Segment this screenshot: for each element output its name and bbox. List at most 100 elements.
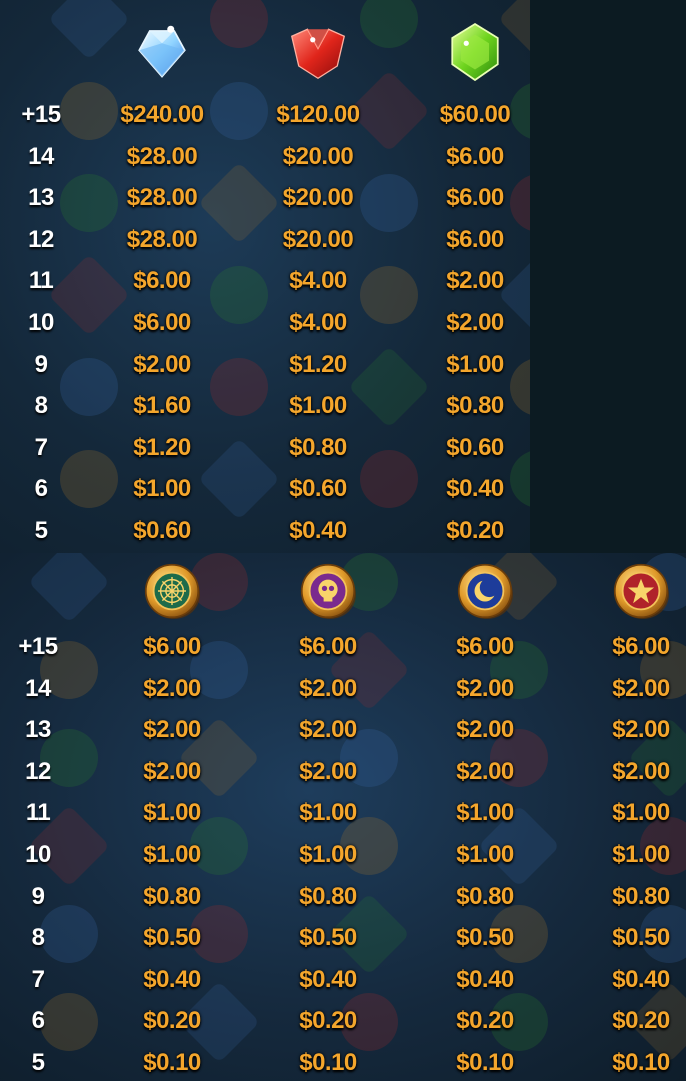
payout-value: $0.20 — [143, 1007, 201, 1035]
symbol-count-label: 12 — [25, 757, 51, 785]
payout-value: $0.20 — [446, 517, 504, 544]
payout-value: $6.00 — [299, 633, 357, 660]
payout-value: $60.00 — [439, 101, 511, 128]
payout-value: $1.00 — [456, 799, 514, 827]
payout-value: $0.50 — [612, 924, 670, 952]
star-coin-icon — [606, 556, 676, 631]
payout-value: $0.10 — [299, 1049, 357, 1076]
symbol-count-label: 5 — [34, 517, 48, 544]
payout-value: $0.20 — [299, 1007, 357, 1035]
payout-value: $28.00 — [126, 225, 198, 253]
payout-value: $20.00 — [282, 225, 354, 253]
payout-value: $0.10 — [143, 1049, 201, 1076]
payout-value: $0.20 — [612, 1007, 670, 1035]
payout-value: $240.00 — [120, 101, 204, 128]
payout-value: $0.40 — [289, 517, 347, 544]
payout-value: $1.00 — [456, 841, 514, 868]
web-coin-icon — [137, 556, 207, 631]
background-symbol — [27, 553, 111, 624]
symbol-count-label: 12 — [28, 225, 54, 253]
payout-value: $0.80 — [143, 882, 201, 910]
payout-value: $20.00 — [282, 142, 354, 170]
payout-value: $2.00 — [612, 757, 670, 785]
symbol-count-label: 14 — [28, 142, 54, 170]
background-symbol — [210, 0, 268, 48]
payout-value: $28.00 — [126, 184, 198, 212]
payout-value: $0.40 — [299, 965, 357, 993]
payout-value: $1.20 — [133, 433, 191, 461]
payout-value: $1.00 — [143, 841, 201, 868]
payout-value: $6.00 — [612, 633, 670, 660]
payout-value: $1.60 — [133, 392, 191, 420]
symbol-count-label: 10 — [25, 841, 51, 868]
payout-value: $0.40 — [456, 965, 514, 993]
green-emerald-icon — [440, 17, 510, 92]
background-symbol — [360, 0, 418, 48]
payout-value: $1.00 — [299, 799, 357, 827]
payout-value: $6.00 — [446, 184, 504, 212]
payout-value: $1.20 — [289, 350, 347, 378]
payout-value: $4.00 — [289, 267, 347, 295]
symbol-count-label: 7 — [31, 965, 45, 993]
payout-value: $2.00 — [299, 716, 357, 744]
payout-value: $1.00 — [299, 841, 357, 868]
payout-value: $4.00 — [289, 309, 347, 336]
symbol-count-label: 6 — [31, 1007, 45, 1035]
payout-value: $0.80 — [299, 882, 357, 910]
payout-value: $0.80 — [446, 392, 504, 420]
symbol-count-label: +15 — [18, 633, 58, 660]
payout-value: $0.60 — [289, 475, 347, 503]
symbol-count-label: 8 — [34, 392, 48, 420]
payout-value: $0.40 — [446, 475, 504, 503]
payout-value: $0.10 — [456, 1049, 514, 1076]
payout-value: $0.60 — [446, 433, 504, 461]
skull-coin-icon — [293, 556, 363, 631]
symbol-count-label: 9 — [31, 882, 45, 910]
payout-value: $0.40 — [612, 965, 670, 993]
payout-value: $0.50 — [456, 924, 514, 952]
payout-value: $2.00 — [133, 350, 191, 378]
payout-value: $2.00 — [143, 716, 201, 744]
payout-value: $6.00 — [133, 267, 191, 295]
payout-value: $1.00 — [446, 350, 504, 378]
payout-value: $2.00 — [612, 674, 670, 702]
symbol-count-label: 14 — [25, 674, 51, 702]
payout-value: $1.00 — [612, 841, 670, 868]
payout-value: $1.00 — [133, 475, 191, 503]
symbol-count-label: 11 — [28, 267, 54, 295]
symbol-count-label: 6 — [34, 475, 48, 503]
payout-value: $1.00 — [289, 392, 347, 420]
payout-value: $6.00 — [456, 633, 514, 660]
payout-value: $2.00 — [612, 716, 670, 744]
payout-value: $0.80 — [456, 882, 514, 910]
payout-value: $20.00 — [282, 184, 354, 212]
payout-value: $2.00 — [143, 674, 201, 702]
symbol-count-label: 13 — [25, 716, 51, 744]
payout-value: $0.50 — [143, 924, 201, 952]
payout-value: $2.00 — [456, 757, 514, 785]
payout-value: $0.50 — [299, 924, 357, 952]
payout-value: $28.00 — [126, 142, 198, 170]
payout-value: $2.00 — [299, 674, 357, 702]
payout-value: $2.00 — [446, 267, 504, 295]
red-ruby-icon — [283, 17, 353, 92]
payout-value: $2.00 — [456, 716, 514, 744]
payout-value: $0.80 — [612, 882, 670, 910]
blue-diamond-icon — [127, 17, 197, 92]
symbol-count-label: 8 — [31, 924, 45, 952]
payout-value: $2.00 — [299, 757, 357, 785]
symbol-count-label: 11 — [25, 799, 51, 827]
payout-value: $1.00 — [143, 799, 201, 827]
payout-value: $0.20 — [456, 1007, 514, 1035]
payout-value: $2.00 — [456, 674, 514, 702]
payout-value: $0.60 — [133, 517, 191, 544]
symbol-count-label: 13 — [28, 184, 54, 212]
payout-value: $6.00 — [133, 309, 191, 336]
payout-value: $0.80 — [289, 433, 347, 461]
payout-value: $2.00 — [446, 309, 504, 336]
symbol-count-label: 7 — [34, 433, 48, 461]
payout-value: $2.00 — [143, 757, 201, 785]
payout-value: $0.40 — [143, 965, 201, 993]
payout-value: $120.00 — [276, 101, 360, 128]
symbol-count-label: +15 — [21, 101, 61, 128]
